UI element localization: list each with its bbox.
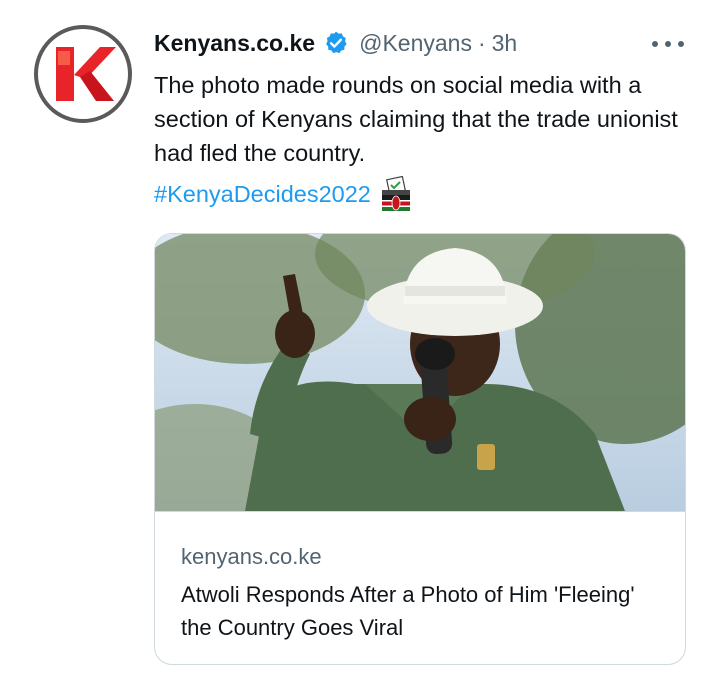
verified-badge-icon	[326, 31, 347, 54]
card-title[interactable]: Atwoli Responds After a Photo of Him 'Fl…	[181, 578, 661, 644]
author-handle[interactable]: @Kenyans	[359, 30, 472, 57]
card-domain: kenyans.co.ke	[181, 544, 322, 569]
link-card[interactable]: kenyans.co.ke Atwoli Responds After a Ph…	[154, 233, 686, 665]
card-image	[155, 234, 685, 511]
hashtag-link[interactable]: #KenyaDecides2022	[154, 181, 371, 208]
separator-dot: ·	[477, 29, 486, 56]
ballot-box-emoji-icon	[381, 176, 410, 211]
tweet-timestamp[interactable]: 3h	[492, 30, 518, 57]
kenyans-logo-icon	[34, 25, 132, 123]
author-name[interactable]: Kenyans.co.ke	[154, 30, 315, 57]
tweet-header: Kenyans.co.ke @Kenyans · 3h	[154, 26, 694, 60]
more-options-icon[interactable]	[652, 34, 684, 54]
hashtag-line: #KenyaDecides2022	[154, 174, 413, 214]
tweet-text: The photo made rounds on social media wi…	[154, 72, 678, 166]
avatar[interactable]	[34, 25, 132, 123]
card-meta: kenyans.co.ke Atwoli Responds After a Ph…	[155, 511, 685, 664]
